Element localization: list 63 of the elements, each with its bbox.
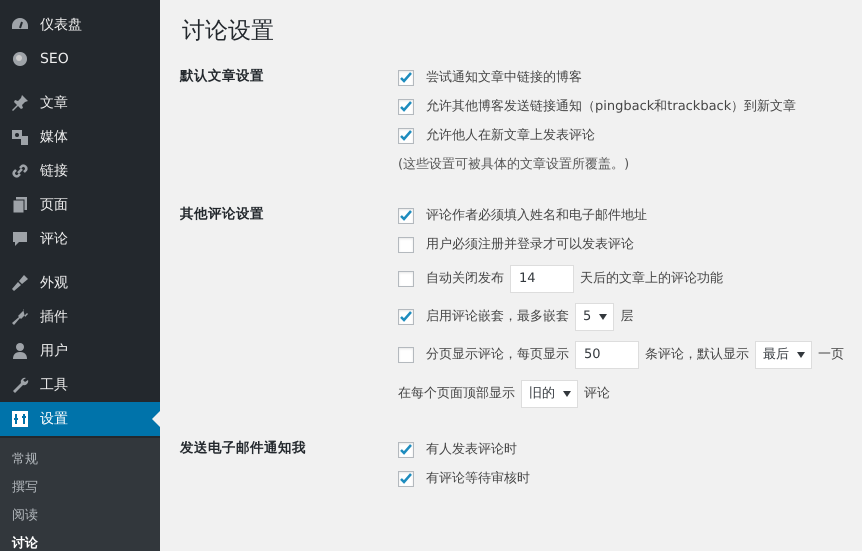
sliders-icon — [10, 409, 30, 429]
checkbox[interactable] — [398, 442, 414, 458]
option-label: 用户必须注册并登录才可以发表评论 — [426, 236, 634, 254]
menu-item[interactable]: 仪表盘 — [0, 8, 160, 42]
checkbox[interactable] — [398, 70, 414, 86]
number-field[interactable]: 50 — [575, 340, 639, 369]
option-label: 评论 — [584, 384, 610, 403]
plug-icon — [10, 307, 30, 327]
option-label: 有人发表评论时 — [426, 441, 517, 460]
comment-icon — [10, 229, 30, 249]
menu-item[interactable]: SEO — [0, 42, 160, 76]
number-field[interactable]: 14 — [510, 264, 574, 293]
checkbox[interactable] — [398, 471, 414, 488]
checkbox[interactable] — [398, 346, 414, 363]
submenu-item[interactable]: 讨论 — [0, 530, 160, 551]
option-label: 有评论等待审核时 — [426, 470, 530, 488]
submenu-item[interactable]: 阅读 — [0, 502, 160, 530]
dropdown[interactable]: 最后 — [755, 340, 812, 369]
globe-icon — [10, 49, 30, 69]
menu-item[interactable]: 用户 — [0, 334, 160, 368]
option-label: 允许其他博客发送链接通知（pingback和trackback）到新文章 — [426, 98, 796, 116]
menu-item[interactable]: 媒体 — [0, 120, 160, 154]
caret-icon — [797, 352, 805, 358]
menu-item[interactable]: 评论 — [0, 222, 160, 256]
checkbox[interactable] — [398, 237, 414, 254]
option-label: 天后的文章上的评论功能 — [580, 270, 723, 288]
checkbox[interactable] — [398, 208, 414, 224]
section-label: 默认文章设置 — [180, 66, 265, 86]
submenu-item[interactable]: 常规 — [0, 446, 160, 474]
brush-icon — [10, 273, 30, 293]
option-label: 一页 — [818, 346, 844, 364]
page-title: 讨论设置 — [182, 18, 275, 46]
option-label: 自动关闭发布 — [426, 270, 504, 288]
option-label: 允许他人在新文章上发表评论 — [426, 127, 595, 146]
checkbox[interactable] — [398, 308, 414, 325]
option-label: 分页显示评论，每页显示 — [426, 346, 569, 364]
pin-icon — [10, 93, 30, 113]
checkbox[interactable] — [398, 99, 414, 116]
menu-item[interactable]: 设置 — [0, 402, 160, 436]
section-label: 发送电子邮件通知我 — [180, 438, 307, 458]
option-label: 尝试通知文章中链接的博客 — [426, 69, 582, 88]
option-label: 在每个页面顶部显示 — [398, 384, 515, 403]
dropdown[interactable]: 旧的 — [521, 380, 578, 408]
note-text: (这些设置可被具体的文章设置所覆盖。) — [398, 156, 630, 174]
submenu-item[interactable]: 撰写 — [0, 474, 160, 502]
menu-item[interactable]: 文章 — [0, 86, 160, 120]
menu-item[interactable]: 页面 — [0, 188, 160, 222]
option-label: 启用评论嵌套，最多嵌套 — [426, 308, 569, 326]
option-label: 条评论，默认显示 — [645, 346, 749, 364]
option-label: 评论作者必须填入姓名和电子邮件地址 — [426, 207, 647, 226]
dropdown[interactable]: 5 — [575, 302, 614, 331]
user-icon — [10, 341, 30, 361]
media-icon — [10, 127, 30, 147]
caret-icon — [563, 390, 571, 397]
caret-icon — [599, 314, 608, 320]
section-label: 其他评论设置 — [180, 204, 265, 224]
menu-item[interactable]: 工具 — [0, 368, 160, 402]
menu-item[interactable]: 链接 — [0, 154, 160, 188]
menu-item[interactable]: 外观 — [0, 266, 160, 300]
checkbox[interactable] — [398, 270, 414, 287]
checkbox[interactable] — [398, 128, 414, 144]
menu-item[interactable]: 插件 — [0, 300, 160, 334]
option-label: 层 — [620, 308, 634, 326]
